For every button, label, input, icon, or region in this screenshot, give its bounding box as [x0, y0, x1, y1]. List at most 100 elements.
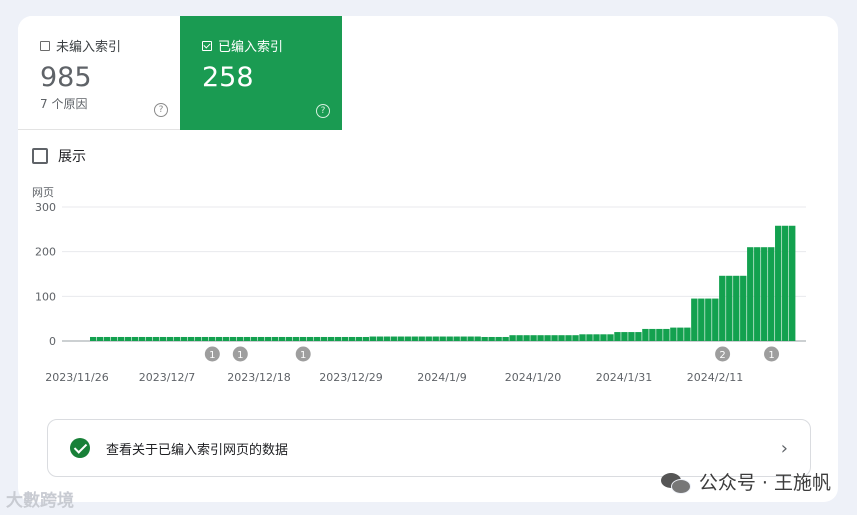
chart-bar	[110, 336, 118, 341]
chart-bar	[523, 335, 530, 341]
chart-bar	[425, 336, 432, 341]
checkbox-icon[interactable]	[40, 40, 50, 51]
indexed-pages-chart: 0 100 200 300 1 1 1 2 1 2023/11/26 2023/12/7 2023/1…	[35, 201, 806, 384]
tile-not-indexed-value: 985	[40, 62, 92, 93]
y-tick-label: 0	[49, 335, 56, 348]
x-tick-label: 2023/12/18	[227, 371, 290, 384]
chart-bar	[586, 334, 593, 341]
chart-bar	[411, 336, 418, 341]
chart-bar	[166, 336, 174, 341]
chart-bar	[635, 332, 642, 341]
chart-bar	[691, 298, 698, 341]
chart-bar	[530, 335, 537, 341]
chart-bar	[355, 336, 363, 341]
watermark-wechat-text: 公众号 · 王施帆	[698, 472, 831, 494]
impressions-checkbox-icon[interactable]	[32, 148, 48, 164]
x-tick-label: 2024/1/31	[596, 371, 652, 384]
chart-bar	[663, 328, 670, 341]
tile-indexed-header: 已编入索引	[202, 36, 320, 55]
annotation-label: 2	[719, 350, 725, 361]
chart-bar	[313, 336, 321, 341]
chart-bar	[740, 275, 747, 341]
chart-bar	[495, 336, 502, 341]
chart-bar	[747, 247, 754, 341]
y-tick-label: 200	[35, 246, 56, 259]
chart-bar	[719, 275, 726, 341]
chart-bar	[782, 225, 789, 341]
check-circle-icon	[70, 438, 90, 458]
chart-bar	[215, 336, 223, 341]
chart-bar	[488, 336, 495, 341]
chart-bar	[789, 225, 796, 341]
chart-bar	[404, 336, 411, 341]
chart-bar	[544, 335, 551, 341]
tile-indexed-label: 已编入索引	[218, 40, 284, 55]
chart-bar	[243, 336, 251, 341]
wechat-icon	[660, 471, 691, 494]
impressions-toggle[interactable]: 展示	[32, 146, 86, 166]
chart-bar	[558, 335, 565, 341]
chart-bar	[397, 336, 404, 341]
tile-indexed-value: 258	[202, 62, 254, 93]
chart-bar	[96, 336, 104, 341]
tile-not-indexed-reasons: 7 个原因	[40, 97, 88, 111]
chart-bar	[621, 332, 628, 341]
chart-bar	[474, 336, 481, 341]
chart-bar	[187, 336, 195, 341]
chart-bar	[90, 336, 97, 341]
chart-bar	[390, 336, 397, 341]
chart-bar	[152, 336, 160, 341]
chart-bar	[698, 298, 705, 341]
x-tick-label: 2024/1/9	[417, 371, 466, 384]
tile-not-indexed[interactable]: 未编入索引 985 7 个原因 ?	[18, 16, 180, 130]
chart-bar	[250, 336, 258, 341]
chart-bar	[376, 336, 383, 341]
chart-bar	[418, 336, 425, 341]
chart-bar	[278, 336, 286, 341]
chart-bar	[131, 336, 139, 341]
chart-bar	[173, 336, 181, 341]
watermark-wechat: 公众号 · 王施帆	[660, 468, 831, 495]
chart-bar	[726, 275, 733, 341]
chart-bar	[509, 335, 516, 341]
chart-bar	[684, 327, 691, 341]
checkbox-checked-icon[interactable]	[202, 40, 212, 51]
tile-not-indexed-label: 未编入索引	[56, 40, 122, 55]
x-tick-label: 2023/12/7	[139, 371, 195, 384]
chart-bar	[516, 335, 523, 341]
chart-bar	[502, 336, 509, 341]
chart-bar	[761, 247, 768, 341]
chart-bar	[180, 336, 188, 341]
chart-bar	[201, 336, 209, 341]
chart-bar	[124, 336, 132, 341]
watermark-logo: 大數跨境	[6, 486, 74, 511]
tile-indexed[interactable]: 已编入索引 258 ?	[180, 16, 342, 130]
chart-bar	[334, 336, 342, 341]
annotation-label: 1	[768, 350, 774, 361]
chart-bar	[103, 336, 111, 341]
chart-bar	[712, 298, 719, 341]
chart-bar	[733, 275, 740, 341]
chart-bar	[572, 335, 579, 341]
chart-bar	[467, 336, 474, 341]
watermark-logo-text: 大數跨境	[6, 491, 74, 511]
help-icon[interactable]: ?	[154, 103, 168, 117]
chart-bar	[642, 328, 649, 341]
chart-bar	[341, 336, 349, 341]
impressions-label: 展示	[58, 149, 86, 165]
chart-bar	[453, 336, 460, 341]
chart-bar	[285, 336, 293, 341]
chart-bar	[439, 336, 446, 341]
chart-bar	[208, 336, 216, 341]
chart-bar	[327, 336, 335, 341]
index-coverage-card: 未编入索引 985 7 个原因 ? 已编入索引 258 ? 展示 网页 0 100…	[18, 16, 838, 502]
chart-bar	[579, 334, 586, 341]
chart-bar	[677, 327, 684, 341]
chart-bar	[236, 336, 244, 341]
chart-bar	[138, 336, 146, 341]
chart-bar	[383, 336, 390, 341]
annotation-label: 1	[237, 350, 243, 361]
annotation-label: 1	[300, 350, 306, 361]
view-indexed-data-text: 查看关于已编入索引网页的数据	[106, 442, 289, 458]
help-icon[interactable]: ?	[316, 104, 330, 118]
